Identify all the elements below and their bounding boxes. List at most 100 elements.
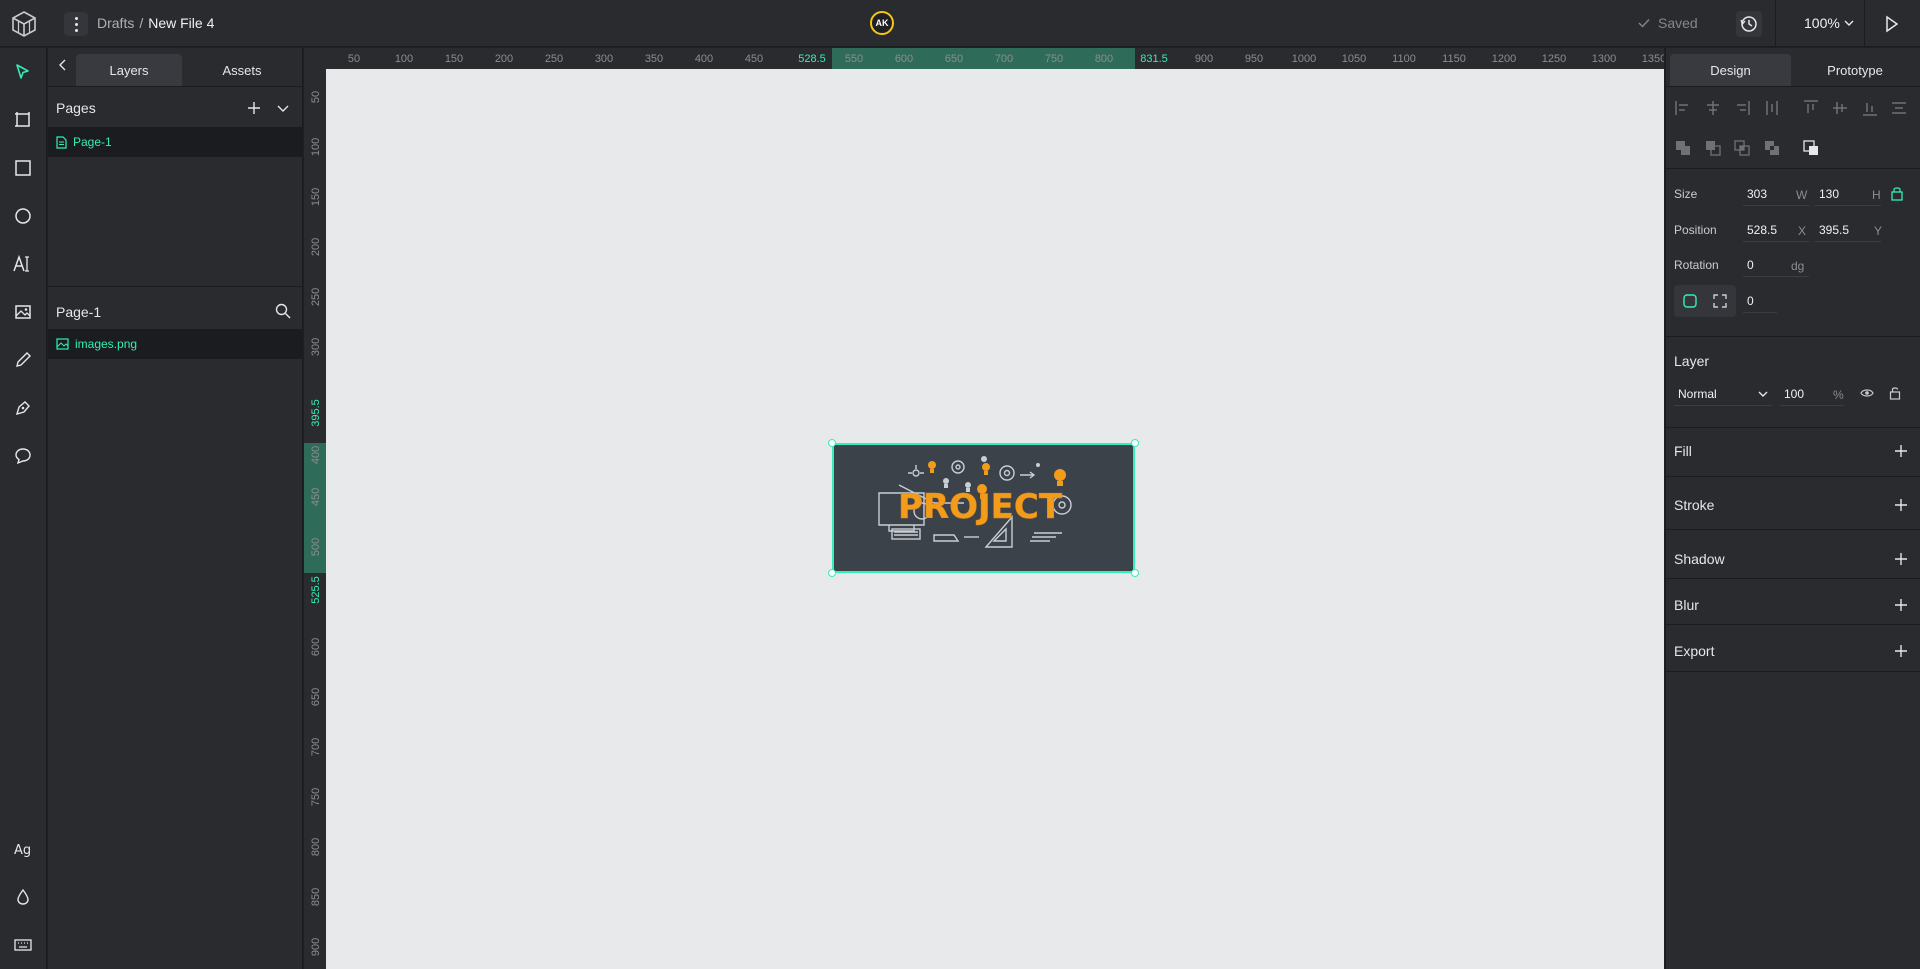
search-layers-button[interactable] — [273, 301, 293, 321]
distribute-v-icon[interactable] — [1889, 98, 1909, 118]
panel-divider — [48, 86, 302, 87]
align-bottom-icon[interactable] — [1860, 98, 1880, 118]
avatar[interactable]: AK — [870, 11, 894, 35]
search-icon — [275, 303, 291, 319]
position-label: Position — [1674, 223, 1717, 237]
bool-difference-icon[interactable] — [1703, 138, 1723, 158]
path-tool[interactable] — [9, 394, 37, 422]
rectangle-tool[interactable] — [9, 154, 37, 182]
ruler-tick-label: 831.5 — [1140, 53, 1168, 65]
curve-tool[interactable] — [9, 346, 37, 374]
layer-section-title: Layer — [1674, 353, 1710, 369]
add-shadow-icon[interactable] — [1893, 551, 1909, 567]
keyboard-icon — [14, 939, 32, 951]
move-tool[interactable] — [9, 58, 37, 86]
ruler-tick-label: 550 — [845, 53, 863, 65]
ruler-tick-label: 250 — [310, 288, 322, 306]
distribute-h-icon[interactable] — [1762, 98, 1782, 118]
main-menu-button[interactable] — [64, 12, 88, 36]
color-palette-tool[interactable] — [9, 883, 37, 911]
app-logo-icon[interactable] — [10, 10, 38, 38]
ruler-tick-label: 850 — [310, 888, 322, 906]
add-fill-icon[interactable] — [1893, 443, 1909, 459]
page-item[interactable]: Page-1 — [48, 127, 302, 157]
add-stroke-icon[interactable] — [1893, 497, 1909, 513]
selected-image[interactable]: PROJECT — [828, 439, 1139, 577]
ellipse-icon — [15, 208, 31, 224]
page-icon — [56, 135, 67, 149]
tab-layers[interactable]: Layers — [76, 54, 182, 86]
resize-handle-top-right[interactable] — [1131, 439, 1139, 447]
align-right-icon[interactable] — [1732, 98, 1752, 118]
align-left-icon[interactable] — [1673, 98, 1693, 118]
ellipse-tool[interactable] — [9, 202, 37, 230]
ruler-tick-label: 300 — [595, 53, 613, 65]
flatten-icon[interactable] — [1801, 138, 1821, 158]
resize-handle-bottom-left[interactable] — [828, 569, 836, 577]
fill-section-title: Fill — [1674, 443, 1692, 459]
position-y-input[interactable]: 395.5 — [1815, 218, 1881, 242]
ruler-tick-label: 1200 — [1492, 53, 1516, 65]
bool-union-icon[interactable] — [1673, 138, 1693, 158]
radius-input[interactable]: 0 — [1743, 289, 1777, 313]
image-tool[interactable] — [9, 298, 37, 326]
toggle-pages-button[interactable] — [273, 98, 293, 118]
typography-tool[interactable]: Ag — [9, 835, 37, 863]
ruler-tick-label: 750 — [1045, 53, 1063, 65]
layers-panel: Layers Assets Pages Page-1 Page-1 images… — [48, 48, 303, 969]
comments-tool[interactable] — [9, 442, 37, 470]
blend-mode-select[interactable]: Normal — [1674, 382, 1772, 406]
unlock-icon[interactable] — [1889, 386, 1901, 400]
tab-assets[interactable]: Assets — [184, 54, 300, 86]
ruler-tick-label: 1350 — [1642, 53, 1664, 65]
ruler-tick-label: 100 — [395, 53, 413, 65]
align-center-h-icon[interactable] — [1703, 98, 1723, 118]
shortcuts-tool[interactable] — [9, 931, 37, 959]
eye-icon[interactable] — [1860, 387, 1874, 399]
lock-ratio-icon[interactable] — [1890, 185, 1904, 201]
ruler-tick-label: 1050 — [1342, 53, 1366, 65]
tab-design[interactable]: Design — [1670, 54, 1791, 86]
text-tool[interactable] — [9, 250, 37, 278]
bool-intersection-icon[interactable] — [1732, 138, 1752, 158]
breadcrumb-drafts[interactable]: Drafts — [97, 15, 134, 31]
topbar-divider — [1775, 0, 1776, 47]
ruler-tick-label: 600 — [895, 53, 913, 65]
panel-divider — [1666, 624, 1920, 625]
chevron-left-icon — [59, 59, 66, 71]
panel-divider — [1666, 671, 1920, 672]
project-illustration: PROJECT — [878, 456, 1072, 548]
align-top-icon[interactable] — [1801, 98, 1821, 118]
file-name[interactable]: New File 4 — [148, 15, 214, 31]
drop-icon — [17, 888, 29, 905]
play-icon[interactable] — [1880, 13, 1902, 35]
project-text: PROJECT — [898, 487, 1063, 527]
add-page-button[interactable] — [244, 98, 264, 118]
bool-exclude-icon[interactable] — [1762, 138, 1782, 158]
tab-prototype[interactable]: Prototype — [1793, 54, 1917, 86]
layer-item[interactable]: images.png — [48, 329, 302, 359]
panel-divider — [1666, 86, 1920, 87]
topbar-divider — [1864, 0, 1865, 47]
blend-mode-value: Normal — [1678, 386, 1717, 401]
ruler-tick-label: 1250 — [1542, 53, 1566, 65]
align-center-v-icon[interactable] — [1830, 98, 1850, 118]
resize-handle-bottom-right[interactable] — [1131, 569, 1139, 577]
zoom-dropdown[interactable]: 100% — [1804, 15, 1854, 31]
shadow-section-title: Shadow — [1674, 551, 1725, 567]
history-icon[interactable] — [1736, 11, 1762, 37]
ruler-tick-label: 400 — [310, 446, 322, 464]
save-status: Saved — [1638, 15, 1698, 31]
ruler-tick-label: 600 — [310, 638, 322, 656]
width-unit: W — [1796, 188, 1808, 202]
ruler-tick-label: 1000 — [1292, 53, 1316, 65]
radius-independent-icon[interactable] — [1712, 293, 1728, 309]
breadcrumb-separator: / — [139, 15, 144, 31]
chevron-down-icon — [277, 105, 289, 112]
collapse-panel-button[interactable] — [52, 54, 74, 76]
resize-handle-top-left[interactable] — [828, 439, 836, 447]
radius-all-icon[interactable] — [1682, 293, 1698, 309]
add-export-icon[interactable] — [1893, 643, 1909, 659]
add-blur-icon[interactable] — [1893, 597, 1909, 613]
board-tool[interactable] — [9, 106, 37, 134]
